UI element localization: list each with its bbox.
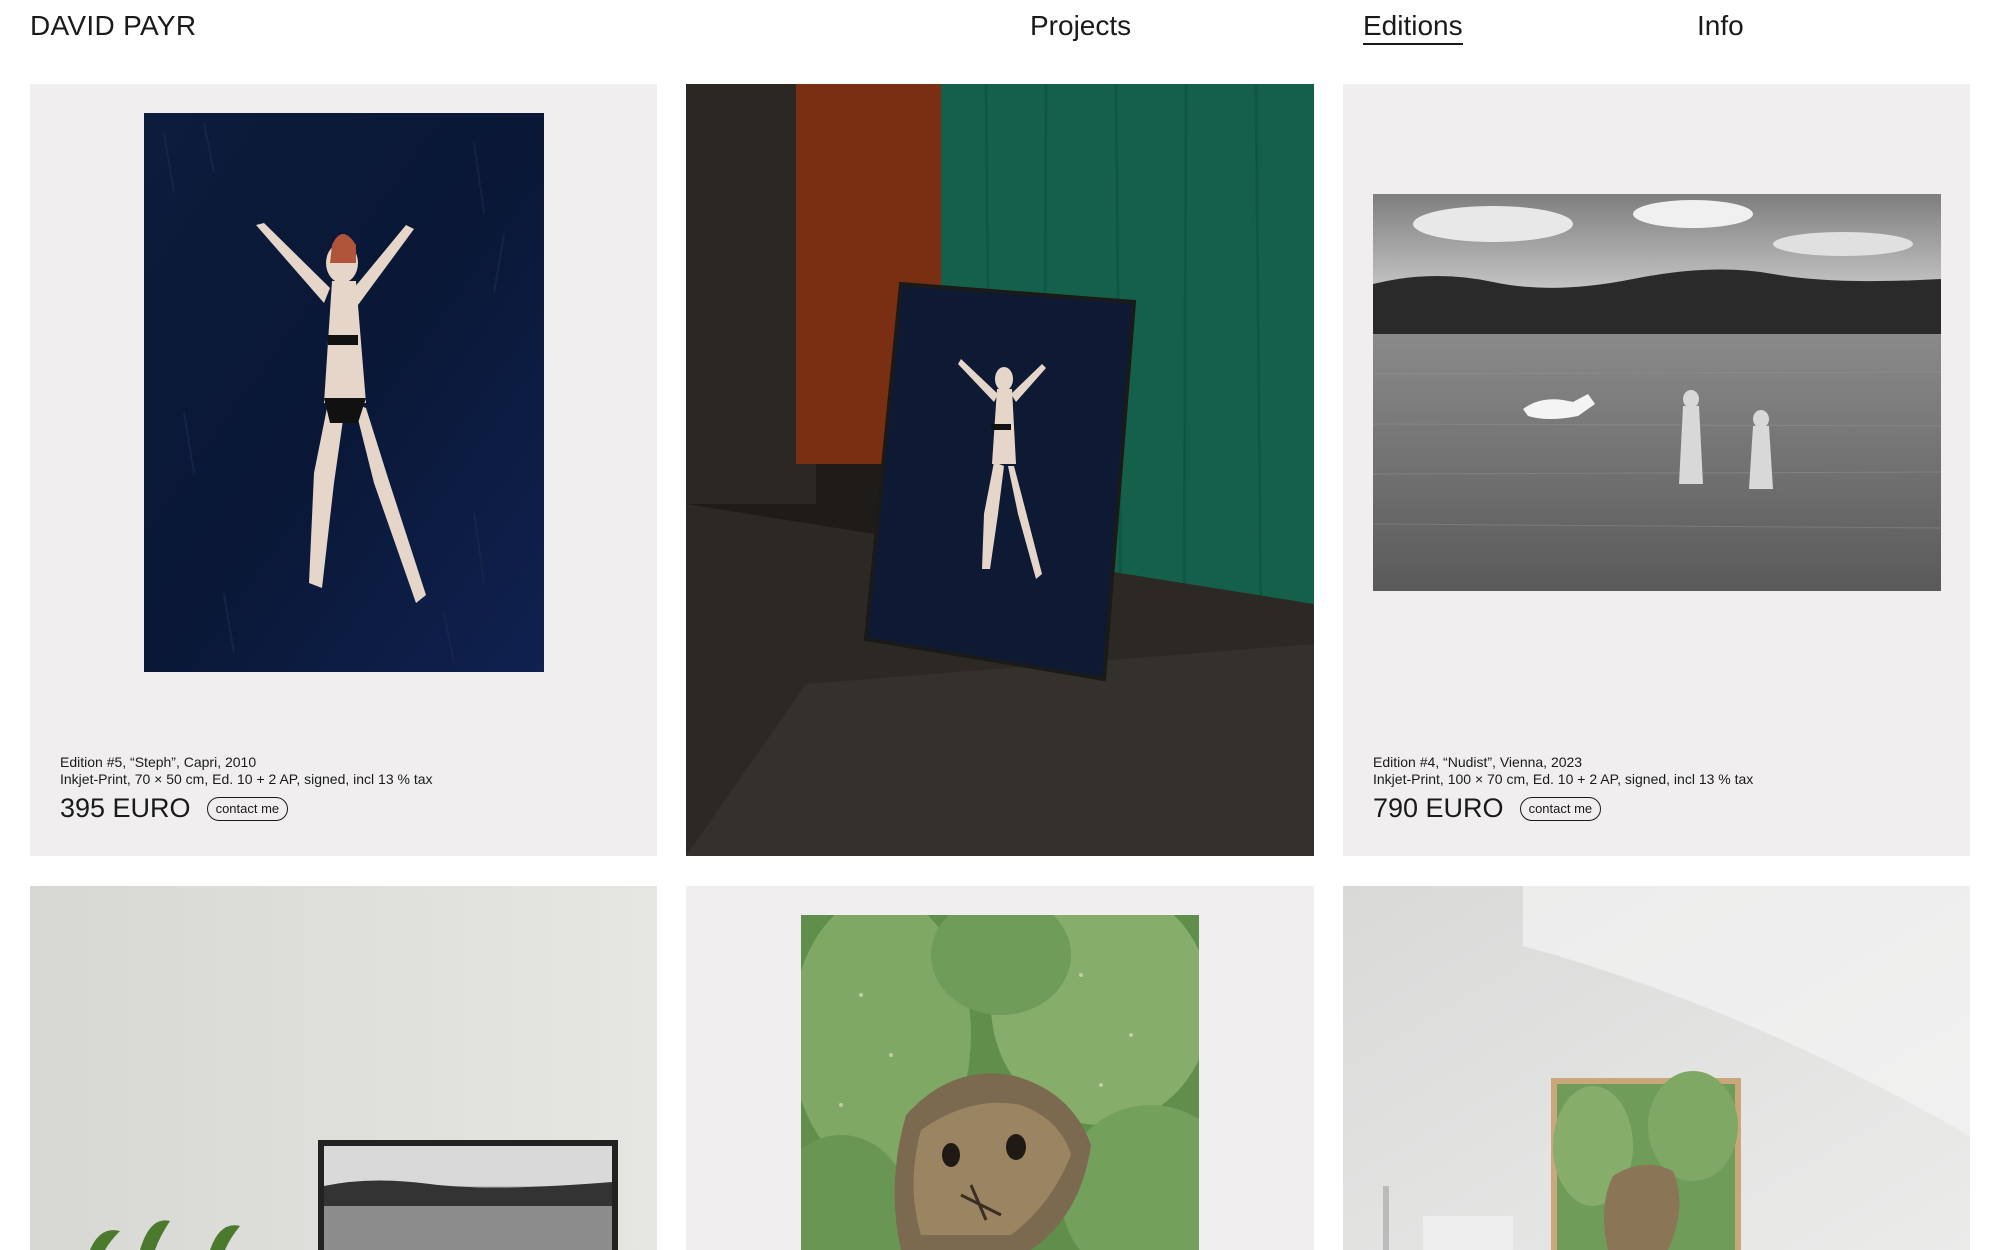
- edition-caption: Edition #5, “Steph”, Capri, 2010 Inkjet-…: [60, 754, 433, 788]
- edition-card-steph[interactable]: Edition #5, “Steph”, Capri, 2010 Inkjet-…: [30, 84, 657, 856]
- contact-me-button[interactable]: contact me: [1519, 796, 1602, 821]
- edition-details: Inkjet-Print, 70 × 50 cm, Ed. 10 + 2 AP,…: [60, 771, 433, 787]
- steph-photo[interactable]: [144, 113, 544, 672]
- edition-price: 395 EURO: [60, 793, 191, 823]
- edition-card-nudist[interactable]: Edition #4, “Nudist”, Vienna, 2023 Inkje…: [1343, 84, 1970, 856]
- edition-card-steph-room[interactable]: [686, 84, 1314, 856]
- nudist-room-photo[interactable]: [30, 886, 657, 1250]
- contact-me-button[interactable]: contact me: [206, 796, 289, 821]
- steph-room-photo[interactable]: [686, 84, 1314, 856]
- nav-info[interactable]: Info: [1697, 10, 1744, 42]
- nav-projects[interactable]: Projects: [1030, 10, 1131, 42]
- edition-card-nudist-room[interactable]: [30, 886, 657, 1250]
- edition-card-cactus-room[interactable]: [1343, 886, 1970, 1250]
- price-row: 790 EURO contact me: [1373, 793, 1602, 824]
- nav-editions[interactable]: Editions: [1363, 10, 1463, 45]
- page: DAVID PAYR Projects Editions Info Editio…: [0, 0, 2000, 1250]
- cactus-photo[interactable]: [801, 915, 1199, 1250]
- nudist-photo[interactable]: [1373, 194, 1941, 591]
- edition-card-cactus[interactable]: [686, 886, 1314, 1250]
- edition-price: 790 EURO: [1373, 793, 1504, 823]
- cactus-room-photo[interactable]: [1343, 886, 1970, 1250]
- edition-title: Edition #5, “Steph”, Capri, 2010: [60, 754, 257, 770]
- brand-logo[interactable]: DAVID PAYR: [30, 10, 196, 42]
- edition-caption: Edition #4, “Nudist”, Vienna, 2023 Inkje…: [1373, 754, 1753, 788]
- edition-details: Inkjet-Print, 100 × 70 cm, Ed. 10 + 2 AP…: [1373, 771, 1754, 787]
- edition-title: Edition #4, “Nudist”, Vienna, 2023: [1373, 754, 1583, 770]
- price-row: 395 EURO contact me: [60, 793, 289, 824]
